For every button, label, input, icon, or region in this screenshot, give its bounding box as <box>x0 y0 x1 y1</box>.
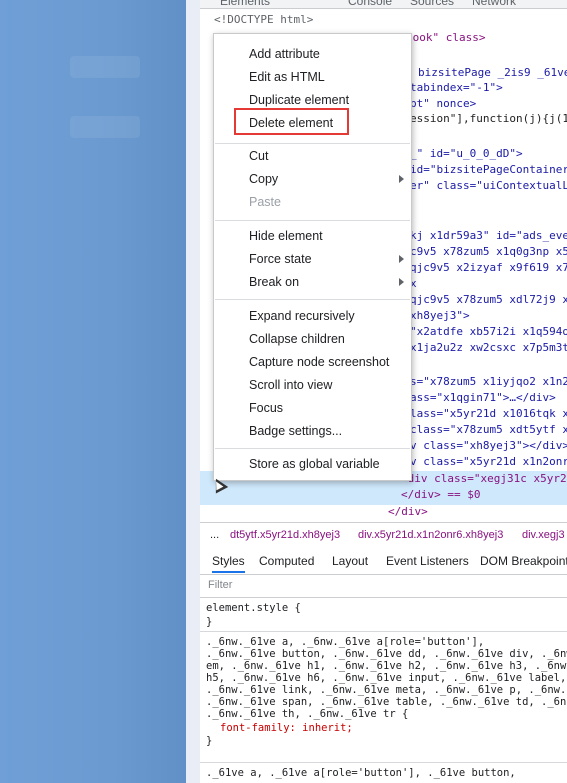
tree-line[interactable]: </div> == $0 <box>401 487 480 503</box>
style-selector-line[interactable]: ._6nw._61ve a, ._6nw._61ve a[role='butto… <box>206 636 484 648</box>
blurred-item <box>70 116 140 138</box>
breadcrumb-overflow[interactable]: ... <box>210 529 219 541</box>
rule-separator <box>200 631 567 632</box>
style-rule-line[interactable]: element.style { <box>206 602 301 614</box>
style-selector-line[interactable]: em, ._6nw._61ve h1, ._6nw._61ve h2, ._6n… <box>206 660 566 672</box>
menu-item-expand-recursively[interactable]: Expand recursively <box>249 308 355 324</box>
tree-line[interactable]: bizsitePage _2is9 _61ve <box>418 65 567 81</box>
tree-line[interactable]: </div> <box>388 504 428 520</box>
submenu-arrow-icon <box>399 255 404 263</box>
menu-item-break-on[interactable]: Break on <box>249 274 299 290</box>
style-rule-line: } <box>206 616 213 628</box>
tab-computed[interactable]: Computed <box>259 554 314 568</box>
style-selector-line[interactable]: h5, ._6nw._61ve h6, ._6nw._61ve input, .… <box>206 672 566 684</box>
tab-dom-breakpoints[interactable]: DOM Breakpoints <box>480 554 567 568</box>
style-rule-line: } <box>206 735 213 747</box>
tab-styles[interactable]: Styles <box>212 554 245 573</box>
selected-node[interactable]: <div class="xegj31c x5yr21 <box>401 471 567 487</box>
tree-line[interactable]: ession"],function(j){j(16 <box>410 111 567 127</box>
menu-separator <box>215 143 410 144</box>
tree-line[interactable]: v class="xh8yej3"></div> <box>410 438 567 454</box>
menu-item-hide-element[interactable]: Hide element <box>249 228 323 244</box>
style-selector-line[interactable]: ._6nw._61ve th, ._6nw._61ve tr { <box>206 708 408 720</box>
style-selector-line[interactable]: ._6nw._61ve span, ._6nw._61ve table, ._6… <box>206 696 566 708</box>
menu-item-badge-settings[interactable]: Badge settings... <box>249 423 342 439</box>
tab-event-listeners[interactable]: Event Listeners <box>386 554 469 568</box>
tab-network[interactable]: Network <box>472 0 516 8</box>
style-selector-line[interactable]: ._6nw._61ve button, ._6nw._61ve dd, ._6n… <box>206 648 567 660</box>
styles-subtabs: Styles Computed Layout Event Listeners D… <box>200 549 567 575</box>
highlight-box <box>234 108 349 135</box>
menu-item-add-attribute[interactable]: Add attribute <box>249 46 320 62</box>
tree-line[interactable]: pt" nonce> <box>410 96 476 112</box>
breadcrumb: ... dt5ytf.x5yr21d.xh8yej3 div.x5yr21d.x… <box>200 522 567 550</box>
menu-item-duplicate-element[interactable]: Duplicate element <box>249 92 349 108</box>
styles-pane: element.style { } ._6nw._61ve a, ._6nw._… <box>200 598 567 783</box>
submenu-arrow-icon <box>399 278 404 286</box>
page-background <box>0 0 186 783</box>
menu-separator <box>215 220 410 221</box>
tree-line[interactable]: ass="x1qgin71">…</div> <box>410 390 556 406</box>
tab-console[interactable]: Console <box>348 0 392 8</box>
tree-line[interactable]: "x2atdfe xb57i2i x1q594ok <box>410 324 567 340</box>
tree-line[interactable]: v class="x5yr21d x1n2onr6 <box>410 454 567 470</box>
menu-item-store-as-global-variable[interactable]: Store as global variable <box>249 456 380 472</box>
style-selector-line[interactable]: ._61ve a, ._61ve a[role='button'], ._61v… <box>206 767 516 779</box>
panel-divider[interactable] <box>186 0 201 783</box>
blurred-item <box>70 56 140 78</box>
breadcrumb-item[interactable]: div.xegj3 <box>522 529 565 541</box>
tree-line[interactable]: _" id="u_0_0_dD"> <box>410 146 523 162</box>
tree-line[interactable]: x1ja2u2z xw2csxc x7p5m3t <box>410 340 567 356</box>
menu-item-capture-node-screenshot[interactable]: Capture node screenshot <box>249 354 389 370</box>
menu-item-edit-as-html[interactable]: Edit as HTML <box>249 69 325 85</box>
tree-line[interactable]: s="x78zum5 x1iyjqo2 x1n2o <box>410 374 567 390</box>
tree-line[interactable]: xh8yej3"> <box>410 308 470 324</box>
rule-separator <box>200 762 567 763</box>
breadcrumb-item[interactable]: dt5ytf.x5yr21d.xh8yej3 <box>230 529 340 541</box>
menu-item-focus[interactable]: Focus <box>249 400 283 416</box>
menu-separator <box>215 299 410 300</box>
menu-item-paste: Paste <box>249 195 281 209</box>
tree-line[interactable]: class="x78zum5 xdt5ytf x5 <box>410 422 567 438</box>
tree-line[interactable]: c9v5 x78zum5 x1q0g3np x5y <box>410 244 567 260</box>
context-menu: Add attribute Edit as HTML Duplicate ele… <box>213 33 412 481</box>
tree-line[interactable]: tabindex="-1"> <box>410 80 503 96</box>
menu-item-cut[interactable]: Cut <box>249 148 268 164</box>
menu-separator <box>215 448 410 449</box>
menu-item-force-state[interactable]: Force state <box>249 251 312 267</box>
tree-line[interactable]: qjc9v5 x78zum5 xdl72j9 x1 <box>410 292 567 308</box>
tree-line[interactable]: lass="x5yr21d x1016tqk x13 <box>410 406 567 422</box>
style-property[interactable]: font-family: inherit; <box>220 722 353 734</box>
breadcrumb-item[interactable]: div.x5yr21d.x1n2onr6.xh8yej3 <box>358 529 503 541</box>
menu-item-collapse-children[interactable]: Collapse children <box>249 331 345 347</box>
tree-line[interactable]: id="bizsitePageContainer <box>410 162 567 178</box>
tree-line[interactable]: er" class="uiContextualLa <box>410 178 567 194</box>
submenu-arrow-icon <box>399 175 404 183</box>
menu-item-scroll-into-view[interactable]: Scroll into view <box>249 377 332 393</box>
tree-line[interactable]: <!DOCTYPE html> <box>214 12 313 28</box>
tab-sources[interactable]: Sources <box>410 0 454 8</box>
menu-item-copy[interactable]: Copy <box>249 171 278 187</box>
tree-line[interactable]: kj x1dr59a3" id="ads_even <box>410 228 567 244</box>
style-selector-line[interactable]: ._6nw._61ve link, ._6nw._61ve meta, ._6n… <box>206 684 566 696</box>
tab-layout[interactable]: Layout <box>332 554 368 568</box>
tab-elements[interactable]: Elements <box>220 0 270 8</box>
tree-line[interactable]: qjc9v5 x2izyaf x9f619 x78 <box>410 260 567 276</box>
styles-filter-input[interactable]: Filter <box>200 575 567 598</box>
filter-placeholder: Filter <box>208 579 233 591</box>
